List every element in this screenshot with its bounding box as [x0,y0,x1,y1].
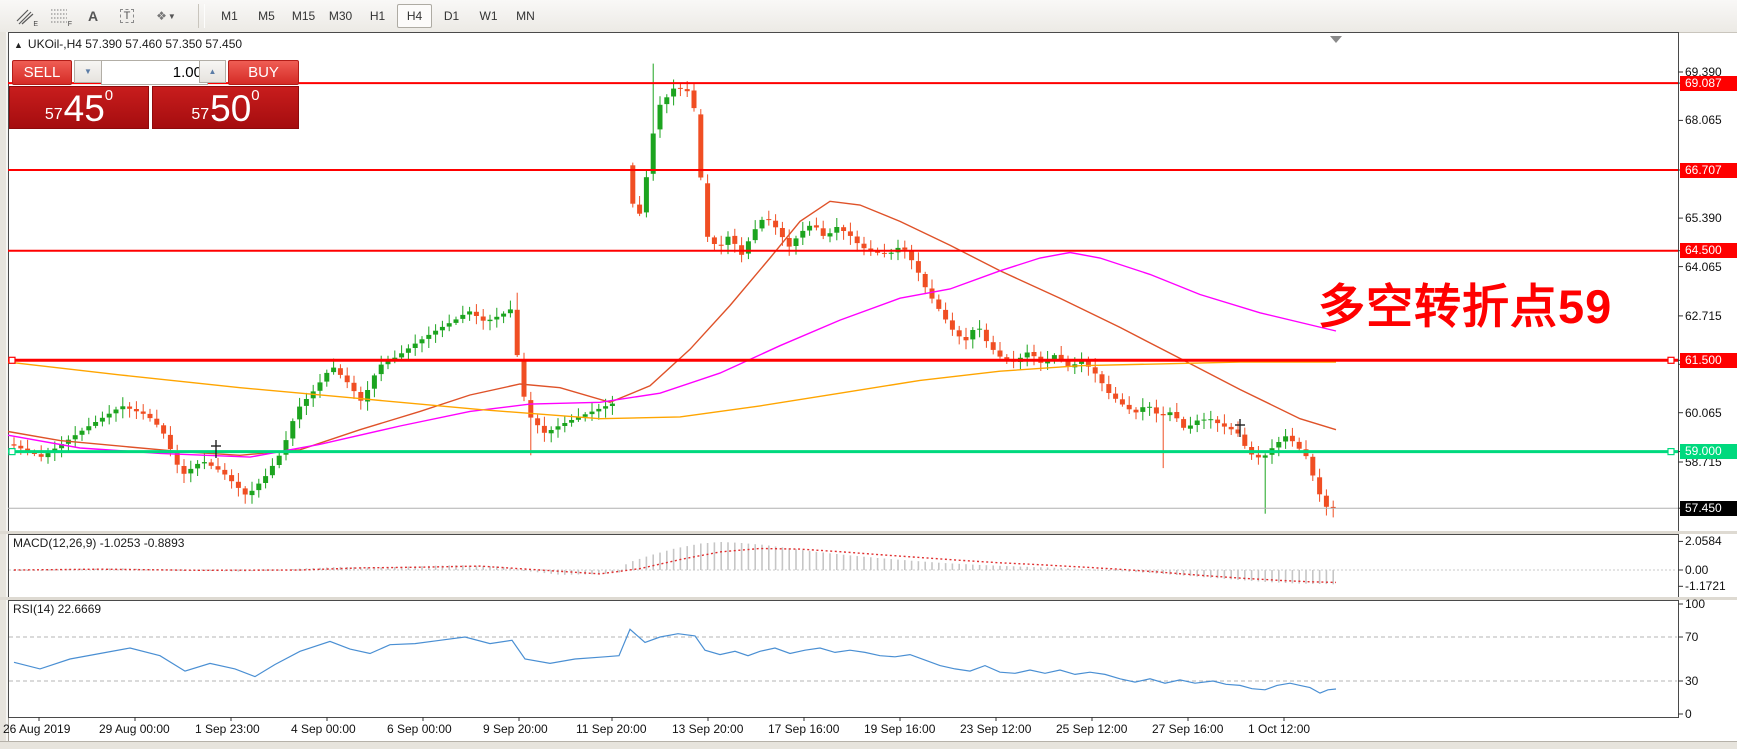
time-axis-label: 6 Sep 00:00 [387,722,452,736]
chart-symbol-header: ▲ UKOil-,H4 57.390 57.460 57.350 57.450 [14,37,242,51]
buy-price-big: 50 [210,88,252,129]
price-level-badge: 69.087 [1680,75,1737,91]
volume-increase-button[interactable]: ▲ [199,60,226,83]
price-level-badge: 59.000 [1680,444,1737,460]
time-axis-label: 25 Sep 12:00 [1056,722,1128,736]
time-axis-label: 23 Sep 12:00 [960,722,1032,736]
buy-button[interactable]: BUY [228,60,299,85]
chart-annotation-text: 多空转折点59 [1318,280,1613,333]
time-axis-label: 19 Sep 16:00 [864,722,936,736]
price-tick-label: 64.065 [1685,259,1722,274]
rsi-label: RSI(14) 22.6669 [13,602,102,616]
rsi-tick-label: 100 [1685,597,1706,611]
time-axis-label: 26 Aug 2019 [3,722,71,736]
price-level-badge: 57.450 [1680,500,1737,516]
time-axis-label: 1 Sep 23:00 [195,722,260,736]
time-axis-label: 9 Sep 20:00 [483,722,548,736]
one-click-trade-panel: SELL ▼ ▲ BUY 57450 57500 [9,58,299,129]
price-level-badge: 61.500 [1680,352,1737,368]
macd-tick-label: 0.00 [1685,563,1709,577]
rsi-tick-label: 70 [1685,630,1699,644]
price-tick-label: 65.390 [1685,211,1722,226]
price-tick-label: 60.065 [1685,405,1722,420]
symbol-ohlc-text: UKOil-,H4 57.390 57.460 57.350 57.450 [27,37,243,51]
macd-tick-label: 2.0584 [1685,534,1722,549]
sell-price-panel[interactable]: 57 45 0 [9,86,149,129]
volume-decrease-button[interactable]: ▼ [74,60,102,83]
price-tick-label: 62.715 [1685,308,1722,323]
price-level-badge: 66.707 [1680,162,1737,178]
sell-price-big: 45 [63,88,105,129]
price-level-badge: 64.500 [1680,243,1737,259]
sell-price-sup: 0 [104,87,114,104]
time-axis-label: 11 Sep 20:00 [576,722,647,736]
pane-separator[interactable] [0,531,1737,534]
rsi-tick-label: 30 [1685,674,1699,688]
buy-price-prefix: 57 [191,106,210,123]
volume-input[interactable] [101,60,208,85]
macd-tick-label: -1.1721 [1685,579,1726,594]
time-axis-label: 1 Oct 12:00 [1248,722,1311,736]
trading-app-window: { "toolbar": { "tools": [ {"name": "equi… [0,0,1737,749]
time-axis-label: 27 Sep 16:00 [1152,722,1224,736]
buy-price-panel[interactable]: 57 50 0 [152,86,299,129]
time-axis-label: 17 Sep 16:00 [768,722,840,736]
buy-price-sup: 0 [251,87,260,104]
rsi-tick-label: 0 [1685,707,1692,721]
collapse-arrow-icon[interactable]: ▲ [14,40,23,50]
time-axis-label: 13 Sep 20:00 [672,722,744,736]
macd-label: MACD(12,26,9) -1.0253 -0.8893 [13,536,185,550]
sell-price-prefix: 57 [44,106,63,123]
time-axis-label: 29 Aug 00:00 [99,722,170,736]
pane-separator[interactable] [0,597,1737,600]
price-tick-label: 68.065 [1685,113,1722,128]
sell-button[interactable]: SELL [12,60,72,85]
time-axis-label: 4 Sep 00:00 [291,722,356,736]
